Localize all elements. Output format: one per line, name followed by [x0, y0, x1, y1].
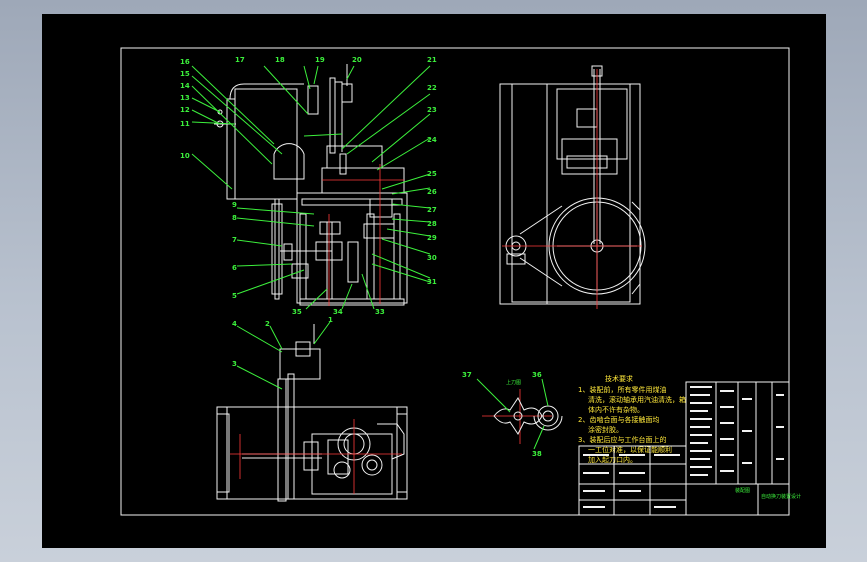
- callout-13: 13: [180, 94, 190, 102]
- callout-25: 25: [427, 170, 437, 178]
- parts-list: 装配图 自动换刀装置设计: [685, 381, 801, 516]
- callout-3: 3: [232, 360, 237, 368]
- callout-37: 37: [462, 371, 472, 379]
- callout-38: 38: [532, 450, 542, 458]
- tech-line-2: 清洗，滚动轴承用汽油清洗，箱: [588, 395, 686, 404]
- drawing-border: [120, 47, 790, 516]
- callout-8: 8: [232, 214, 237, 222]
- callout-22: 22: [427, 84, 437, 92]
- part-view-label: 上刀图: [506, 379, 521, 386]
- callout-6: 6: [232, 264, 237, 272]
- bottom-top-view: [216, 324, 408, 502]
- tech-line-6: 3、装配后应与工作台面上的: [578, 435, 666, 444]
- callout-5: 5: [232, 292, 237, 300]
- callout-14: 14: [180, 82, 190, 90]
- callout-27: 27: [427, 206, 437, 214]
- tech-line-1: 1、装配前，所有零件用煤油: [578, 385, 666, 394]
- callout-34: 34: [333, 308, 343, 316]
- cutter-detail: [476, 378, 563, 450]
- callout-1: 1: [328, 316, 333, 324]
- callout-2: 2: [265, 320, 270, 328]
- title-block-drawing-no: 自动换刀装置设计: [761, 493, 801, 500]
- callout-24: 24: [427, 136, 437, 144]
- callout-28: 28: [427, 220, 437, 228]
- callout-18: 18: [275, 56, 285, 64]
- callout-21: 21: [427, 56, 437, 64]
- callout-9: 9: [232, 201, 237, 209]
- callout-31: 31: [427, 278, 437, 286]
- callout-35: 35: [292, 308, 302, 316]
- callout-16: 16: [180, 58, 190, 66]
- callout-17: 17: [235, 56, 245, 64]
- callout-26: 26: [427, 188, 437, 196]
- callout-33: 33: [375, 308, 385, 316]
- callout-numbers: 16 15 14 13 12 11 10 17 18 19 20 21 22 2…: [180, 56, 542, 458]
- tech-line-5: 涂密封胶。: [588, 425, 623, 434]
- tech-title: 技术要求: [605, 374, 633, 383]
- tech-line-4: 2、齿啮合面与各接触面均: [578, 415, 659, 424]
- callout-23: 23: [427, 106, 437, 114]
- callout-30: 30: [427, 254, 437, 262]
- tech-line-3: 体内不许有杂物。: [588, 405, 644, 414]
- callout-7: 7: [232, 236, 237, 244]
- callout-11: 11: [180, 120, 190, 128]
- callout-29: 29: [427, 234, 437, 242]
- front-section-view: [214, 64, 408, 306]
- callout-4: 4: [232, 320, 237, 328]
- callout-20: 20: [352, 56, 362, 64]
- callout-36: 36: [532, 371, 542, 379]
- tech-notes: 技术要求 1、装配前，所有零件用煤油 清洗，滚动轴承用汽油清洗，箱 体内不许有杂…: [578, 374, 686, 464]
- cad-viewport[interactable]: 技术要求 1、装配前，所有零件用煤油 清洗，滚动轴承用汽油清洗，箱 体内不许有杂…: [42, 14, 826, 548]
- title-block-name: 装配图: [735, 487, 750, 494]
- assembly-drawing: 技术要求 1、装配前，所有零件用煤油 清洗，滚动轴承用汽油清洗，箱 体内不许有杂…: [120, 47, 801, 516]
- side-view: [499, 65, 646, 309]
- callout-19: 19: [315, 56, 325, 64]
- tech-line-8: 加入起刀口内。: [588, 455, 637, 464]
- callout-12: 12: [180, 106, 190, 114]
- callout-10: 10: [180, 152, 190, 160]
- callout-15: 15: [180, 70, 190, 78]
